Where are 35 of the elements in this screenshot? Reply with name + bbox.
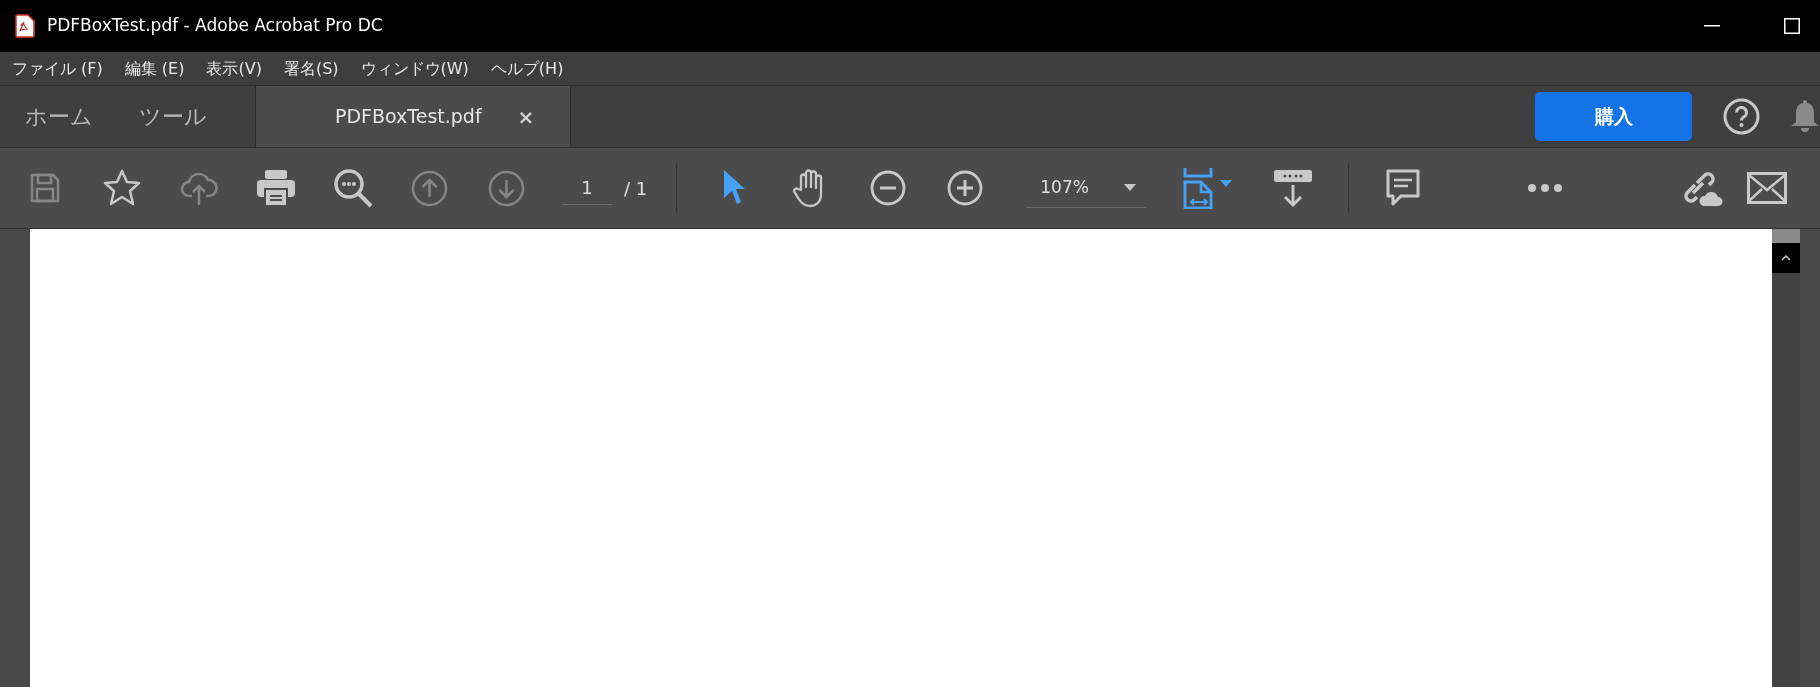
caret-icon bbox=[1124, 184, 1137, 191]
buy-button[interactable]: 購入 bbox=[1535, 92, 1692, 141]
zoom-in-icon[interactable] bbox=[946, 170, 983, 206]
help-icon[interactable] bbox=[1723, 98, 1760, 135]
tab[interactable]: ツール bbox=[139, 100, 207, 133]
menu-item[interactable]: 編集 (E) bbox=[124, 56, 185, 81]
menu-item[interactable]: ウィンドウ(W) bbox=[360, 56, 469, 81]
page-number-field[interactable]: 1 bbox=[562, 171, 612, 205]
page-count: / 1 bbox=[624, 176, 648, 201]
mail-icon[interactable] bbox=[1747, 172, 1788, 204]
pdf-file-icon bbox=[15, 14, 35, 38]
scroll-up-icon[interactable] bbox=[1772, 243, 1800, 273]
document-tab[interactable]: PDFBoxTest.pdf × bbox=[255, 86, 571, 147]
menu-item[interactable]: ヘルプ(H) bbox=[490, 56, 564, 81]
scroll-mode-icon[interactable] bbox=[1273, 168, 1314, 208]
close-tab-button[interactable]: × bbox=[517, 101, 535, 132]
bell-icon[interactable] bbox=[1790, 99, 1820, 134]
scrollbar[interactable] bbox=[1772, 229, 1800, 687]
scroll-thumb[interactable] bbox=[1772, 229, 1800, 243]
cursor-icon[interactable] bbox=[721, 169, 746, 207]
menu-item[interactable]: ファイル (F) bbox=[12, 56, 103, 81]
print-icon[interactable] bbox=[255, 169, 296, 207]
menu-item[interactable]: 表示(V) bbox=[206, 56, 262, 81]
tab[interactable]: ホーム bbox=[25, 100, 93, 133]
more-icon[interactable] bbox=[1528, 184, 1563, 192]
star-icon[interactable] bbox=[102, 169, 141, 207]
search-icon[interactable] bbox=[332, 168, 373, 208]
fit-page-icon[interactable] bbox=[1182, 167, 1233, 209]
window-title: PDFBoxTest.pdf - Adobe Acrobat Pro DC bbox=[47, 14, 383, 38]
zoom-out-icon[interactable] bbox=[869, 170, 906, 206]
menu-item[interactable]: 署名(S) bbox=[283, 56, 339, 81]
comment-icon[interactable] bbox=[1385, 169, 1422, 207]
minimize-icon[interactable] bbox=[1704, 25, 1720, 27]
maximize-icon[interactable] bbox=[1784, 18, 1800, 34]
zoom-dropdown[interactable]: 107% bbox=[1026, 168, 1147, 208]
